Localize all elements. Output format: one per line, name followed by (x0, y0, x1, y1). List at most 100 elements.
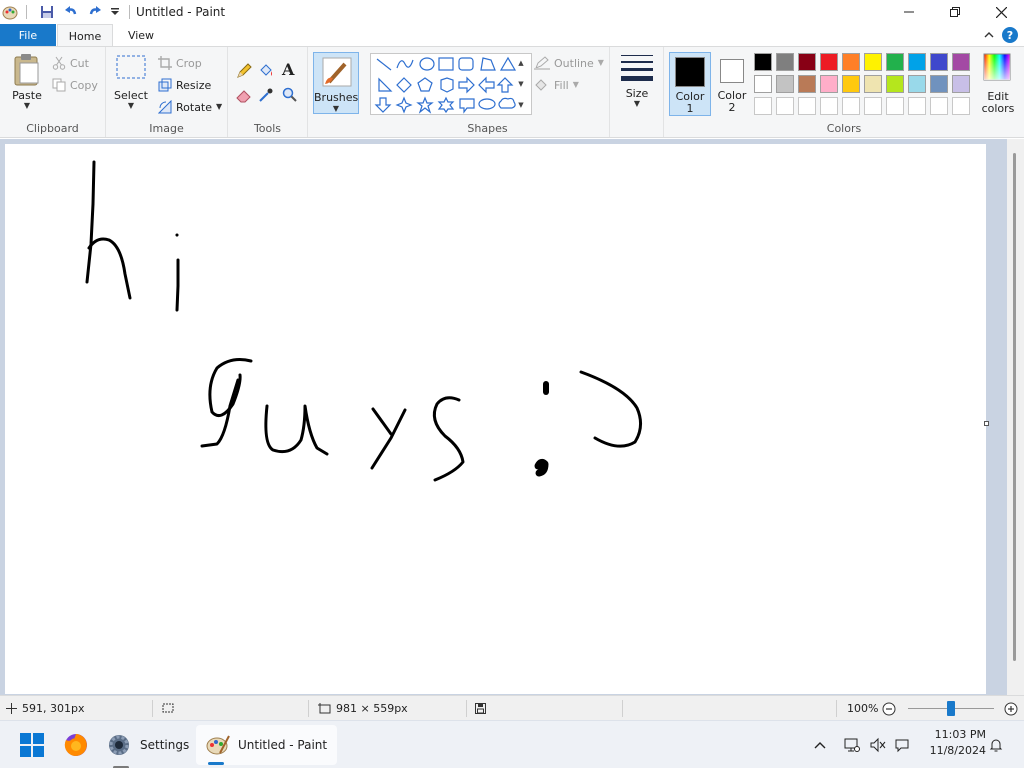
drawing-canvas[interactable] (5, 144, 986, 694)
rectangle-shape[interactable] (438, 57, 454, 71)
tab-file[interactable]: File (0, 24, 56, 46)
color-2-button[interactable]: Color 2 (714, 52, 750, 116)
canvas-resize-handle-right[interactable] (984, 421, 989, 426)
palette-color-swatch[interactable] (754, 75, 772, 93)
palette-custom-swatch[interactable] (908, 97, 926, 115)
fill-button[interactable]: Fill ▼ (534, 75, 579, 95)
rect-callout-shape[interactable] (459, 98, 475, 114)
color-picker-tool[interactable] (258, 85, 274, 105)
vertical-scrollbar[interactable] (1007, 139, 1024, 695)
polygon-shape[interactable] (480, 57, 496, 71)
palette-color-swatch[interactable] (908, 53, 926, 71)
palette-color-swatch[interactable] (930, 75, 948, 93)
redo-icon[interactable] (85, 2, 105, 22)
down-arrow-shape[interactable] (374, 97, 392, 113)
palette-custom-swatch[interactable] (952, 97, 970, 115)
restore-button[interactable] (932, 0, 978, 24)
fill-tool[interactable] (258, 61, 274, 81)
oval-shape[interactable] (419, 57, 435, 71)
customize-toolbar-icon[interactable] (109, 2, 121, 22)
paint-taskbar-button[interactable]: Untitled - Paint (196, 725, 338, 765)
shapes-expand-icon[interactable]: ▼ (518, 101, 523, 109)
save-icon[interactable] (37, 2, 57, 22)
text-tool[interactable]: A (282, 59, 294, 79)
palette-color-swatch[interactable] (842, 75, 860, 93)
six-point-star-shape[interactable] (437, 96, 455, 114)
tab-home[interactable]: Home (57, 24, 113, 47)
zoom-slider-thumb[interactable] (947, 701, 955, 716)
palette-color-swatch[interactable] (886, 75, 904, 93)
network-tray-button[interactable] (844, 721, 860, 768)
hexagon-shape[interactable] (440, 77, 454, 93)
shapes-scroll[interactable]: ▲ ▼ ▼ (514, 53, 528, 115)
undo-icon[interactable] (61, 2, 81, 22)
palette-color-swatch[interactable] (776, 53, 794, 71)
tab-view[interactable]: View (118, 24, 164, 46)
palette-color-swatch[interactable] (864, 75, 882, 93)
palette-color-swatch[interactable] (930, 53, 948, 71)
help-icon[interactable]: ? (1002, 27, 1018, 43)
palette-custom-swatch[interactable] (864, 97, 882, 115)
firefox-taskbar-button[interactable] (64, 721, 88, 768)
palette-color-swatch[interactable] (798, 53, 816, 71)
cut-button[interactable]: Cut (52, 53, 89, 73)
palette-color-swatch[interactable] (952, 75, 970, 93)
palette-color-swatch[interactable] (908, 75, 926, 93)
color-1-button[interactable]: Color 1 (669, 52, 711, 116)
eraser-tool[interactable] (236, 85, 252, 105)
left-arrow-shape[interactable] (478, 76, 495, 94)
palette-color-swatch[interactable] (952, 53, 970, 71)
palette-custom-swatch[interactable] (776, 97, 794, 115)
palette-color-swatch[interactable] (798, 75, 816, 93)
close-button[interactable] (978, 0, 1024, 24)
outline-button[interactable]: Outline ▼ (534, 53, 604, 73)
palette-custom-swatch[interactable] (820, 97, 838, 115)
palette-custom-swatch[interactable] (886, 97, 904, 115)
shapes-scroll-down-icon[interactable]: ▼ (518, 80, 523, 88)
paint-app-icon[interactable] (2, 4, 18, 20)
palette-custom-swatch[interactable] (842, 97, 860, 115)
show-hidden-icons-button[interactable] (814, 721, 826, 768)
brushes-button[interactable]: Brushes ▼ (313, 52, 359, 114)
palette-color-swatch[interactable] (886, 53, 904, 71)
rounded-rectangle-shape[interactable] (458, 57, 474, 71)
oval-callout-shape[interactable] (478, 98, 496, 110)
rotate-button[interactable]: Rotate ▼ (158, 97, 222, 117)
minimize-button[interactable] (886, 0, 932, 24)
right-triangle-shape[interactable] (378, 77, 393, 92)
palette-color-swatch[interactable] (776, 75, 794, 93)
zoom-slider[interactable] (908, 701, 994, 716)
palette-custom-swatch[interactable] (930, 97, 948, 115)
diamond-shape[interactable] (396, 77, 412, 93)
pencil-tool[interactable] (236, 61, 252, 81)
paste-button[interactable]: Paste ▼ (8, 53, 46, 110)
shapes-scroll-up-icon[interactable]: ▲ (518, 59, 523, 67)
right-arrow-shape[interactable] (458, 76, 475, 94)
curve-shape[interactable] (396, 59, 414, 69)
collapse-ribbon-icon[interactable] (984, 29, 994, 42)
palette-custom-swatch[interactable] (754, 97, 772, 115)
palette-color-swatch[interactable] (864, 53, 882, 71)
palette-color-swatch[interactable] (842, 53, 860, 71)
select-button[interactable]: Select ▼ (114, 55, 148, 110)
start-button[interactable] (20, 721, 44, 768)
zoom-out-button[interactable] (882, 696, 896, 721)
magnifier-tool[interactable] (282, 85, 298, 105)
five-point-star-shape[interactable] (416, 96, 434, 114)
crop-button[interactable]: Crop (158, 53, 202, 73)
four-point-star-shape[interactable] (395, 96, 413, 114)
notifications-button[interactable] (988, 721, 1004, 768)
copilot-tray-button[interactable] (894, 721, 910, 768)
volume-tray-button[interactable] (870, 721, 886, 768)
palette-custom-swatch[interactable] (798, 97, 816, 115)
line-shape[interactable] (376, 58, 392, 71)
palette-color-swatch[interactable] (820, 75, 838, 93)
system-clock[interactable]: 11:03 PM 11/8/2024 (930, 727, 986, 759)
vertical-scrollbar-thumb[interactable] (1013, 153, 1016, 661)
palette-color-swatch[interactable] (820, 53, 838, 71)
copy-button[interactable]: Copy (52, 75, 98, 95)
up-arrow-shape[interactable] (496, 77, 514, 93)
edit-colors-button[interactable]: Edit colors (978, 53, 1018, 117)
palette-color-swatch[interactable] (754, 53, 772, 71)
size-button[interactable]: Size ▼ (618, 53, 656, 108)
